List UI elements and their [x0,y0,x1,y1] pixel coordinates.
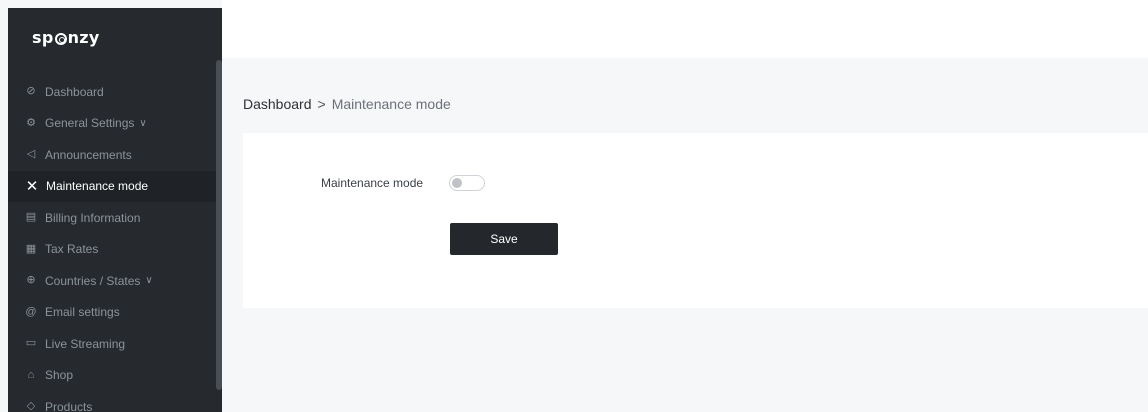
maintenance-mode-toggle[interactable] [449,175,485,191]
logo[interactable]: sp nzy [32,28,100,47]
sidebar-item-tax-rates[interactable]: ▦ Tax Rates [8,234,216,266]
globe-icon: ⊕ [26,274,36,287]
document-icon: ▤ [25,211,37,224]
sidebar-item-label: Billing Information [45,210,141,225]
sidebar-item-shop[interactable]: ⌂ Shop [8,360,216,392]
breadcrumb-current: Maintenance mode [331,96,451,112]
video-icon: ▭ [25,337,37,350]
breadcrumb: Dashboard > Maintenance mode [243,96,451,112]
chevron-down-icon: ∨ [145,275,153,287]
sidebar-scrollbar[interactable] [216,60,222,390]
sidebar: sp nzy ⊘ Dashboard ⚙ General Settings ∨ ◁… [8,8,222,412]
megaphone-icon: ◁ [26,148,36,161]
gear-icon: ⚙ [26,116,36,129]
sidebar-item-announcements[interactable]: ◁ Announcements [8,139,216,171]
logo-mark-icon [54,33,67,45]
sidebar-item-label: Shop [45,368,74,383]
tag-icon: ◇ [26,400,36,412]
top-header [222,0,1148,58]
toggle-knob [452,178,462,188]
chevron-down-icon: ∨ [139,117,147,129]
breadcrumb-root-link[interactable]: Dashboard [243,96,312,112]
shop-icon: ⌂ [27,368,35,381]
sidebar-item-email-settings[interactable]: @ Email settings [8,297,216,329]
sidebar-item-label: Products [45,399,93,412]
maintenance-form-card: Maintenance mode Save [243,133,1148,308]
receipt-icon: ▦ [25,242,37,255]
sidebar-item-label: General Settings [45,116,135,131]
at-icon: @ [25,305,37,318]
sidebar-item-maintenance-mode[interactable]: ✕ Maintenance mode [8,170,216,202]
sidebar-item-label: Maintenance mode [46,179,149,194]
sidebar-item-label: Announcements [45,147,132,162]
save-button[interactable]: Save [450,223,558,255]
sidebar-item-label: Email settings [45,305,120,320]
sidebar-item-products[interactable]: ◇ Products [8,391,216,412]
sidebar-item-general-settings[interactable]: ⚙ General Settings ∨ [8,108,216,140]
sidebar-item-billing-information[interactable]: ▤ Billing Information [8,202,216,234]
sidebar-item-dashboard[interactable]: ⊘ Dashboard [8,76,216,108]
sidebar-item-label: Tax Rates [45,242,99,257]
sidebar-item-countries-states[interactable]: ⊕ Countries / States ∨ [8,265,216,297]
sidebar-item-label: Countries / States [45,273,141,288]
speedometer-icon: ⊘ [26,85,36,98]
sidebar-item-live-streaming[interactable]: ▭ Live Streaming [8,328,216,360]
sidebar-menu: ⊘ Dashboard ⚙ General Settings ∨ ◁ Annou… [8,76,216,412]
maintenance-mode-label: Maintenance mode [321,176,424,190]
breadcrumb-separator: > [317,96,326,112]
sidebar-item-label: Dashboard [45,84,104,99]
tools-icon: ✕ [25,177,39,195]
sidebar-item-label: Live Streaming [45,336,126,351]
